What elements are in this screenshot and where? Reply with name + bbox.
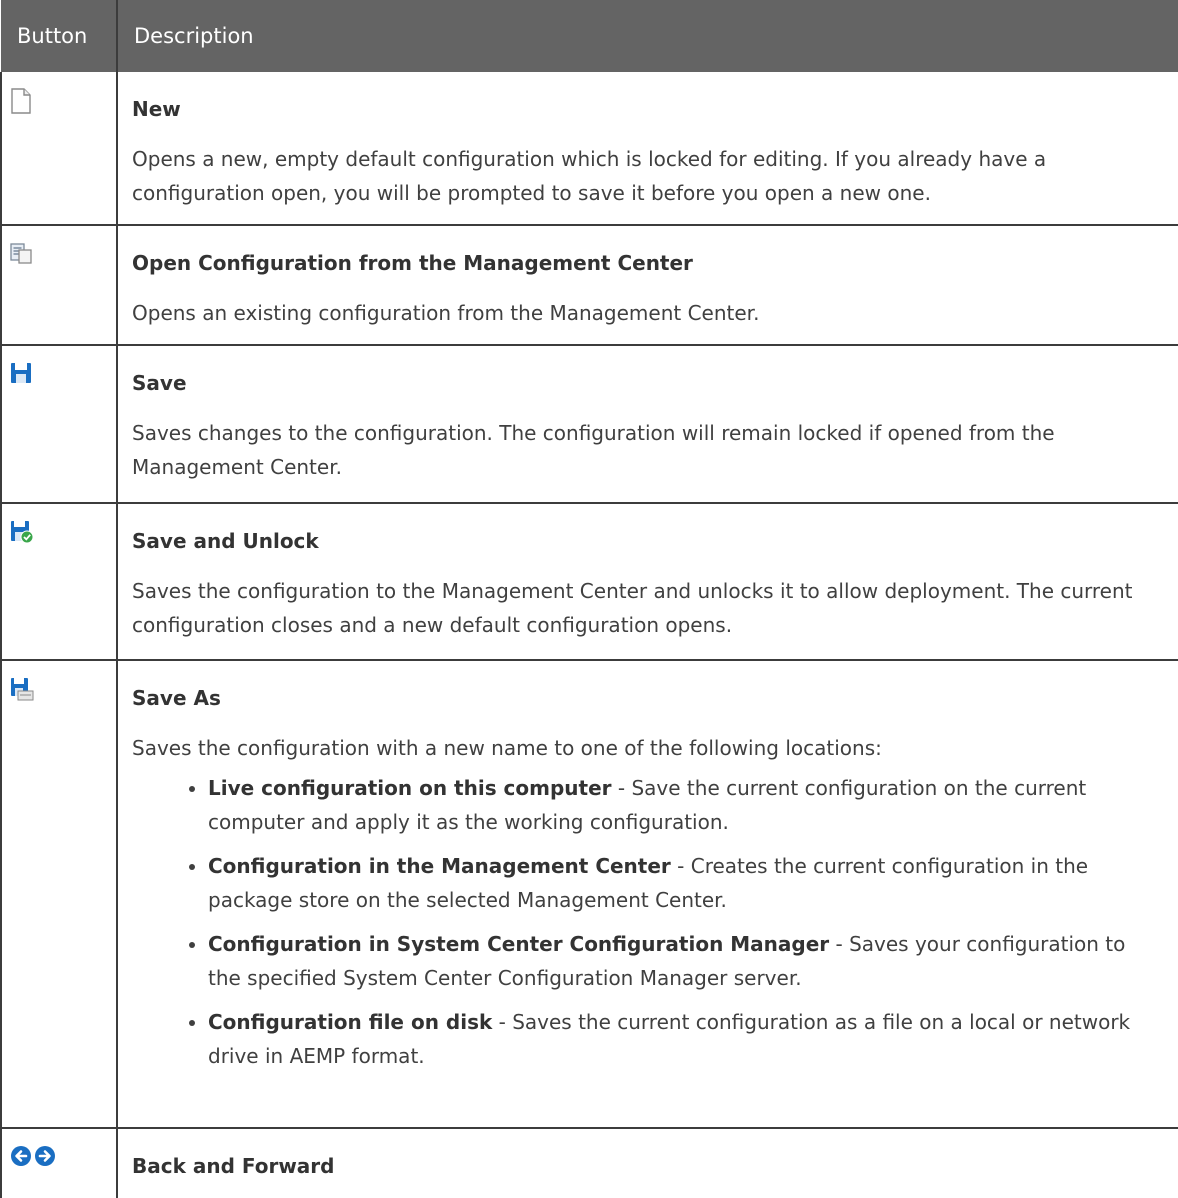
save-and-unlock-icon [10, 520, 116, 544]
location-name: Live configuration on this computer [208, 776, 612, 800]
save-icon [10, 362, 116, 384]
header-button: Button [1, 0, 118, 72]
table-row-open-configuration: Open Configuration from the Management C… [0, 225, 1178, 346]
location-list: Live configuration on this computer - Sa… [132, 771, 1164, 1073]
icon-cell [0, 72, 118, 226]
row-title: Back and Forward [132, 1154, 335, 1178]
location-name: Configuration in System Center Configura… [208, 932, 830, 956]
row-title: Save [132, 371, 187, 395]
list-item: Live configuration on this computer - Sa… [189, 771, 1164, 839]
description-cell: Save and Unlock Saves the configuration … [117, 503, 1178, 661]
open-configuration-icon [10, 242, 116, 264]
table-row-save-as: Save As Saves the configuration with a n… [0, 660, 1178, 1129]
row-description: Saves the configuration to the Managemen… [132, 579, 1133, 637]
row-title: New [132, 97, 181, 121]
new-document-icon [10, 88, 116, 114]
row-description: Opens an existing configuration from the… [132, 301, 760, 325]
save-as-icon [10, 677, 116, 701]
icon-cell [0, 1128, 118, 1198]
table-row-new: New Opens a new, empty default configura… [0, 72, 1178, 226]
row-description: Opens a new, empty default configuration… [132, 147, 1047, 205]
table-row-save: Save Saves changes to the configuration.… [0, 345, 1178, 504]
location-name: Configuration in the Management Center [208, 854, 671, 878]
table-row-save-and-unlock: Save and Unlock Saves the configuration … [0, 503, 1178, 661]
row-title: Save As [132, 686, 221, 710]
back-forward-icon [10, 1145, 116, 1169]
row-description: Saves changes to the configuration. The … [132, 421, 1055, 479]
row-description: Saves the configuration with a new name … [132, 736, 882, 760]
icon-cell [0, 225, 118, 346]
icon-cell [0, 345, 118, 504]
list-item: Configuration file on disk - Saves the c… [189, 1005, 1164, 1073]
description-cell: Save As Saves the configuration with a n… [117, 660, 1178, 1129]
list-item: Configuration in System Center Configura… [189, 927, 1164, 995]
header-description: Description [117, 0, 1178, 72]
location-name: Configuration file on disk [208, 1010, 493, 1034]
icon-cell [0, 503, 118, 661]
description-cell: Open Configuration from the Management C… [117, 225, 1178, 346]
description-cell: New Opens a new, empty default configura… [117, 72, 1178, 226]
table-header-row: Button Description [1, 0, 1178, 72]
row-title: Save and Unlock [132, 529, 319, 553]
table-row-back-forward: Back and Forward [0, 1128, 1178, 1198]
description-cell: Back and Forward [117, 1128, 1178, 1198]
row-title: Open Configuration from the Management C… [132, 251, 693, 275]
toolbar-buttons-table: Button Description New Opens a new, empt… [0, 0, 1178, 1198]
description-cell: Save Saves changes to the configuration.… [117, 345, 1178, 504]
list-item: Configuration in the Management Center -… [189, 849, 1164, 917]
icon-cell [0, 660, 118, 1129]
